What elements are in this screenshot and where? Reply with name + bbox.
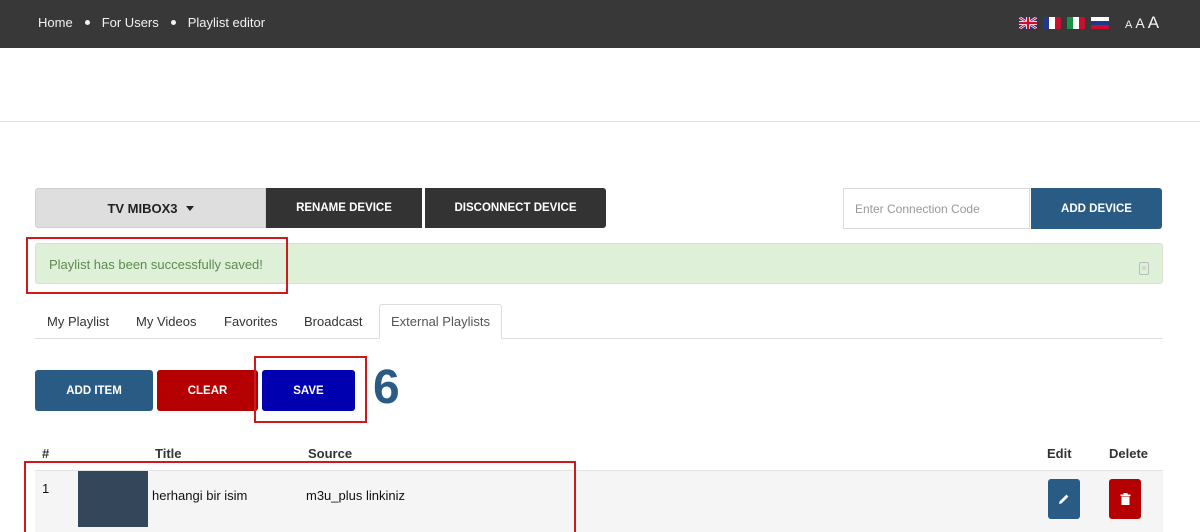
russian-flag-icon[interactable]	[1091, 17, 1109, 29]
disconnect-device-button[interactable]: DISCONNECT DEVICE	[425, 188, 606, 228]
font-size-small[interactable]: A	[1125, 19, 1132, 31]
tab-favorites[interactable]: Favorites	[224, 304, 277, 339]
add-device-button[interactable]: ADD DEVICE	[1031, 188, 1162, 229]
tab-my-videos[interactable]: My Videos	[136, 304, 196, 339]
tab-broadcast[interactable]: Broadcast	[304, 304, 363, 339]
column-header-title: Title	[155, 446, 182, 461]
top-nav-bar: Home For Users Playlist editor A A A	[0, 0, 1200, 48]
italian-flag-icon[interactable]	[1067, 17, 1085, 29]
font-size-controls: A A A	[1125, 13, 1159, 33]
english-flag-icon[interactable]	[1019, 17, 1037, 29]
tab-external-playlists[interactable]: External Playlists	[379, 304, 502, 339]
column-header-delete: Delete	[1109, 446, 1149, 461]
breadcrumb-home[interactable]: Home	[38, 15, 73, 30]
header-divider	[0, 121, 1200, 122]
close-icon[interactable]: ×	[1139, 262, 1149, 275]
language-switcher	[1019, 17, 1109, 29]
rename-device-button[interactable]: RENAME DEVICE	[266, 188, 422, 228]
connection-code-input[interactable]	[843, 188, 1030, 229]
tab-my-playlist[interactable]: My Playlist	[47, 304, 109, 339]
highlight-alert-box	[26, 237, 288, 294]
breadcrumb-separator	[84, 20, 90, 25]
add-item-button[interactable]: ADD ITEM	[35, 370, 153, 411]
breadcrumb-playlist-editor[interactable]: Playlist editor	[188, 15, 265, 30]
edit-row-button[interactable]	[1048, 479, 1080, 519]
column-header-edit: Edit	[1047, 446, 1072, 461]
french-flag-icon[interactable]	[1043, 17, 1061, 29]
column-header-index: #	[42, 446, 50, 461]
delete-row-button[interactable]	[1109, 479, 1141, 519]
breadcrumb: Home For Users Playlist editor	[38, 15, 265, 30]
highlight-row-box	[24, 461, 576, 532]
highlight-save-box	[254, 356, 367, 423]
breadcrumb-for-users[interactable]: For Users	[102, 15, 159, 30]
caret-down-icon	[185, 205, 194, 211]
font-size-large[interactable]: A	[1148, 13, 1159, 33]
clear-button[interactable]: CLEAR	[157, 370, 258, 411]
font-size-medium[interactable]: A	[1135, 15, 1144, 31]
device-dropdown-label: TV MIBOX3	[107, 200, 178, 216]
playlist-tabs: My Playlist My Videos Favorites Broadcas…	[35, 304, 1163, 339]
device-dropdown[interactable]: TV MIBOX3	[35, 188, 266, 228]
step-number: 6	[373, 361, 400, 414]
trash-icon	[1120, 493, 1130, 505]
column-header-source: Source	[308, 446, 353, 461]
breadcrumb-separator	[170, 20, 176, 25]
pencil-icon	[1059, 494, 1069, 504]
